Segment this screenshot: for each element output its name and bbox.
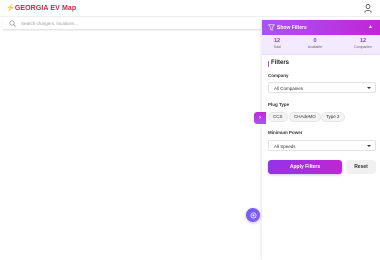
reset-button[interactable]: Reset bbox=[346, 160, 376, 174]
show-filters-header[interactable]: Show Filters ▲ bbox=[262, 20, 380, 35]
stat-label: Total bbox=[273, 45, 281, 49]
filters-heading: Filters bbox=[271, 60, 290, 66]
panel-title: Show Filters bbox=[277, 24, 307, 31]
stat-value: 12 bbox=[273, 38, 281, 44]
search-input[interactable]: Search chargers, locations... bbox=[21, 21, 78, 26]
locate-me-button[interactable] bbox=[246, 208, 260, 222]
filter-icon bbox=[268, 24, 275, 31]
stat-companies: 12 Companies bbox=[348, 38, 378, 49]
plug-chip-ccs[interactable]: CCS bbox=[268, 112, 288, 122]
stats-bar: 12 Total 0 Available 12 Companies bbox=[262, 35, 380, 55]
app-logo[interactable]: ⚡GEORGIA EV Map bbox=[6, 4, 76, 12]
chevron-down-icon bbox=[367, 86, 371, 89]
user-icon[interactable] bbox=[364, 4, 372, 13]
filter-panel: Show Filters ▲ 12 Total 0 Available 12 C… bbox=[262, 20, 380, 260]
filters-accent-bar bbox=[268, 61, 269, 67]
stat-value: 0 bbox=[313, 38, 317, 44]
min-power-select[interactable]: All Speeds bbox=[268, 140, 376, 151]
min-power-label: Minimum Power bbox=[268, 130, 303, 135]
target-icon bbox=[250, 212, 256, 218]
company-label: Company bbox=[268, 73, 289, 78]
plug-chip-type2[interactable]: Type 2 bbox=[321, 112, 345, 122]
apply-filters-button[interactable]: Apply Filters bbox=[268, 160, 342, 174]
plug-type-label: Plug Type bbox=[268, 102, 290, 107]
stat-total: 12 Total bbox=[262, 38, 292, 49]
plug-chip-chademo[interactable]: CHAdeMO bbox=[289, 112, 321, 122]
company-select[interactable]: All Companies bbox=[268, 82, 376, 93]
min-power-selected: All Speeds bbox=[274, 144, 296, 149]
map-canvas[interactable] bbox=[0, 31, 262, 260]
stat-value: 12 bbox=[359, 38, 367, 44]
company-selected: All Companies bbox=[274, 86, 304, 91]
collapse-icon[interactable]: ▲ bbox=[368, 24, 373, 30]
search-icon bbox=[9, 20, 16, 27]
stat-label: Companies bbox=[354, 45, 372, 49]
stat-label: Available bbox=[307, 45, 323, 49]
app-header: ⚡GEORGIA EV Map bbox=[0, 0, 380, 17]
panel-toggle-button[interactable]: › bbox=[254, 112, 266, 124]
chevron-down-icon bbox=[367, 144, 371, 147]
search-bar[interactable]: Search chargers, locations... bbox=[3, 18, 261, 30]
stat-available: 0 Available bbox=[300, 38, 330, 49]
